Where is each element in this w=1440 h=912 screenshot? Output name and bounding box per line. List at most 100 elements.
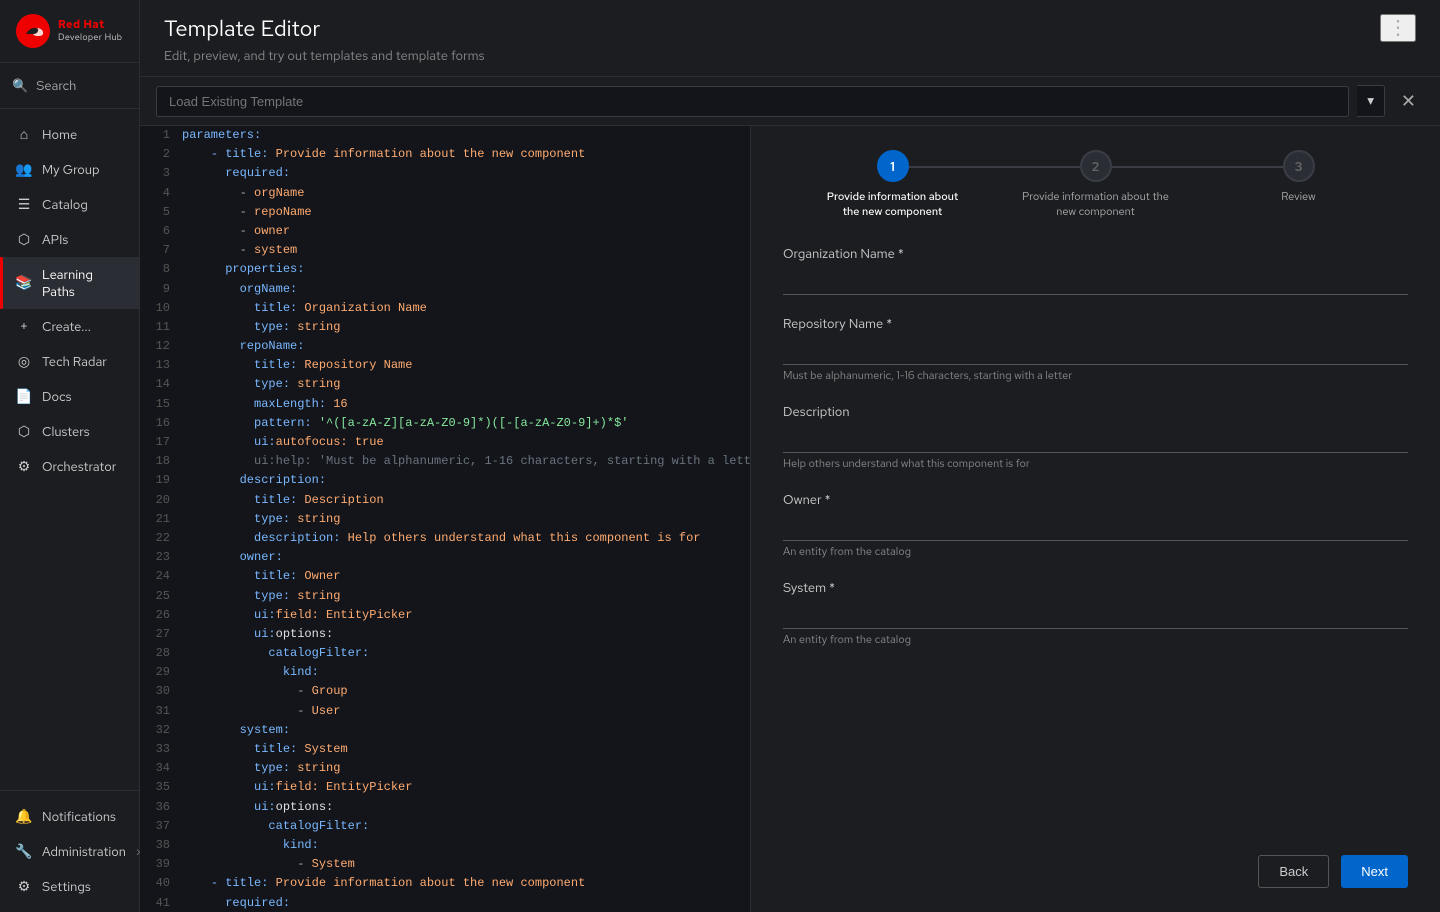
code-line: 34 type: string [140,759,750,778]
line-content: - System [182,855,750,874]
line-content: title: Description [182,491,750,510]
code-line: 36 ui:options: [140,798,750,817]
main-content: Template Editor Edit, preview, and try o… [140,0,1440,912]
line-content: required: [182,164,750,183]
line-content: type: string [182,318,750,337]
sidebar-item-settings[interactable]: ⚙Settings [0,869,139,904]
line-number: 3 [140,164,182,183]
form-label-org-name: Organization Name * [783,245,1408,262]
line-number: 29 [140,663,182,682]
sidebar-item-notifications[interactable]: 🔔Notifications [0,799,139,834]
step-circle-3[interactable]: 3 [1283,150,1315,182]
line-number: 8 [140,260,182,279]
form-hint-repo-name: Must be alphanumeric, 1-16 characters, s… [783,369,1408,383]
stepper: 1Provide information about the new compo… [751,126,1440,237]
line-content: title: Repository Name [182,356,750,375]
sidebar-item-learning-paths[interactable]: 📚Learning Paths [0,257,139,309]
sidebar-item-catalog[interactable]: ☰Catalog [0,187,139,222]
form-input-system[interactable] [783,600,1408,629]
code-line: 13 title: Repository Name [140,356,750,375]
form-hint-system: An entity from the catalog [783,633,1408,647]
sidebar-item-label: Clusters [42,423,90,440]
line-number: 5 [140,203,182,222]
sidebar-item-label: Home [42,126,77,143]
orchestrator-icon: ⚙ [16,459,32,475]
code-line: 14 type: string [140,375,750,394]
code-line: 10 title: Organization Name [140,299,750,318]
sidebar-item-apis[interactable]: ⬡APIs [0,222,139,257]
sidebar-item-label: Administration [42,843,126,860]
sidebar-item-my-group[interactable]: 👥My Group [0,152,139,187]
sidebar-item-label: Tech Radar [42,353,107,370]
line-number: 25 [140,587,182,606]
line-content: description: [182,471,750,490]
code-line: 18 ui:help: 'Must be alphanumeric, 1-16 … [140,452,750,471]
line-content: - title: Provide information about the n… [182,145,750,164]
page-subtitle: Edit, preview, and try out templates and… [164,47,485,64]
docs-icon: 📄 [16,389,32,405]
logo-text: Red Hat Developer Hub [58,19,122,43]
code-line: 19 description: [140,471,750,490]
line-content: - User [182,702,750,721]
code-line: 5 - repoName [140,203,750,222]
line-content: required: [182,894,750,912]
line-content: ui:options: [182,798,750,817]
code-line: 31 - User [140,702,750,721]
next-button[interactable]: Next [1341,855,1408,888]
form-group-repo-name: Repository Name *Must be alphanumeric, 1… [783,315,1408,383]
expand-icon: › [136,845,140,859]
sidebar-item-administration[interactable]: 🔧Administration› [0,834,139,869]
line-number: 39 [140,855,182,874]
code-line: 15 maxLength: 16 [140,395,750,414]
line-content: parameters: [182,126,750,145]
back-button[interactable]: Back [1258,855,1329,888]
load-template-input[interactable] [156,86,1349,117]
sidebar-item-label: My Group [42,161,100,178]
code-line: 22 description: Help others understand w… [140,529,750,548]
code-line: 29 kind: [140,663,750,682]
notifications-icon: 🔔 [16,809,32,825]
line-number: 35 [140,778,182,797]
line-content: ui:autofocus: true [182,433,750,452]
sidebar-item-home[interactable]: ⌂Home [0,117,139,152]
learning-paths-icon: 📚 [16,275,32,291]
sidebar-item-label: Create... [42,318,91,335]
step-circle-1[interactable]: 1 [877,150,909,182]
load-template-dropdown-button[interactable]: ▾ [1357,85,1385,117]
line-number: 16 [140,414,182,433]
sidebar-item-create[interactable]: + Create... [0,309,139,344]
header-menu-button[interactable]: ⋮ [1380,14,1416,42]
search-section[interactable]: 🔍 Search [0,63,139,109]
form-input-owner[interactable] [783,512,1408,541]
step-circle-2[interactable]: 2 [1080,150,1112,182]
create-icon: + [16,319,32,335]
code-line: 24 title: Owner [140,567,750,586]
search-label: Search [36,77,76,94]
step-label-3: Review [1281,190,1315,205]
sidebar-item-docs[interactable]: 📄Docs [0,379,139,414]
search-button[interactable]: 🔍 Search [12,73,127,98]
form-group-owner: Owner *An entity from the catalog [783,491,1408,559]
form-footer: Back Next [751,839,1440,912]
sidebar-item-orchestrator[interactable]: ⚙ Orchestrator [0,449,139,484]
load-template-close-button[interactable]: ✕ [1393,91,1424,112]
sidebar-item-tech-radar[interactable]: ◎Tech Radar [0,344,139,379]
code-line: 1parameters: [140,126,750,145]
line-content: title: System [182,740,750,759]
preview-panel: 1Provide information about the new compo… [750,126,1440,912]
code-editor[interactable]: 1parameters:2 - title: Provide informati… [140,126,750,912]
line-number: 12 [140,337,182,356]
code-line: 12 repoName: [140,337,750,356]
form-input-description[interactable] [783,424,1408,453]
form-label-system: System * [783,579,1408,596]
line-number: 19 [140,471,182,490]
line-content: - title: Provide information about the n… [182,874,750,893]
sidebar-item-clusters[interactable]: ⬡Clusters [0,414,139,449]
form-input-org-name[interactable] [783,266,1408,295]
page-header: Template Editor Edit, preview, and try o… [140,0,1440,77]
form-input-repo-name[interactable] [783,336,1408,365]
code-line: 17 ui:autofocus: true [140,433,750,452]
line-content: system: [182,721,750,740]
sidebar-item-label: Orchestrator [42,458,116,475]
line-number: 17 [140,433,182,452]
